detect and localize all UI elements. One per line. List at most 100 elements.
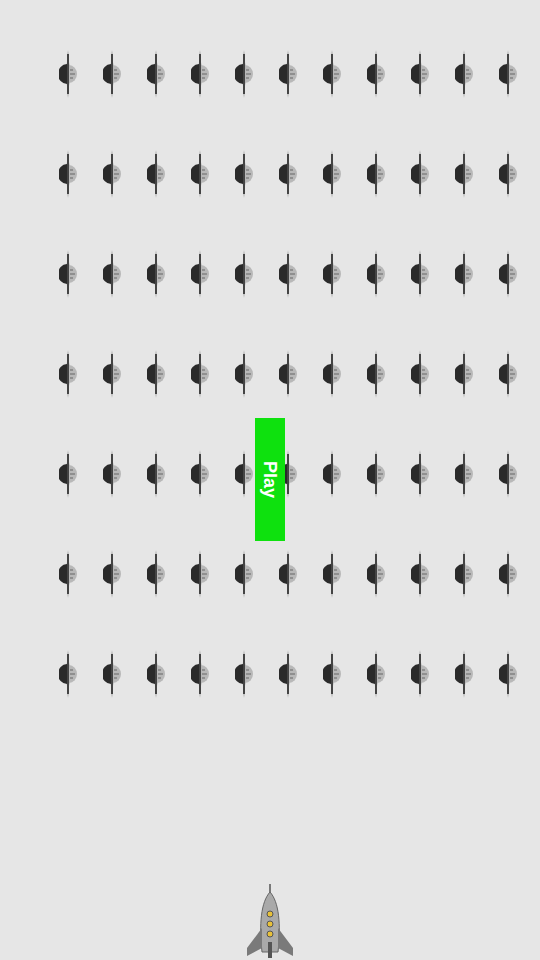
invader — [442, 124, 486, 224]
alien-saucer-icon — [279, 650, 297, 698]
alien-saucer-icon — [279, 250, 297, 298]
invader — [134, 424, 178, 524]
alien-saucer-icon — [147, 450, 165, 498]
invader — [354, 124, 398, 224]
invader-fleet — [46, 24, 540, 724]
invader — [442, 24, 486, 124]
invader — [354, 324, 398, 424]
alien-saucer-icon — [367, 250, 385, 298]
invader — [266, 324, 310, 424]
alien-saucer-icon — [279, 150, 297, 198]
alien-saucer-icon — [455, 650, 473, 698]
invader — [354, 424, 398, 524]
alien-saucer-icon — [367, 650, 385, 698]
invader — [90, 424, 134, 524]
alien-saucer-icon — [323, 450, 341, 498]
alien-saucer-icon — [411, 150, 429, 198]
alien-saucer-icon — [147, 650, 165, 698]
alien-saucer-icon — [235, 350, 253, 398]
alien-saucer-icon — [279, 550, 297, 598]
alien-saucer-icon — [147, 50, 165, 98]
invader-row — [46, 624, 540, 724]
alien-saucer-icon — [367, 450, 385, 498]
invader — [46, 524, 90, 624]
invader — [442, 224, 486, 324]
alien-saucer-icon — [147, 550, 165, 598]
invader — [178, 424, 222, 524]
alien-saucer-icon — [411, 550, 429, 598]
invader — [486, 124, 530, 224]
invader — [442, 624, 486, 724]
invader — [90, 224, 134, 324]
invader — [90, 124, 134, 224]
invader — [46, 124, 90, 224]
alien-saucer-icon — [367, 350, 385, 398]
alien-saucer-icon — [59, 250, 77, 298]
alien-saucer-icon — [191, 550, 209, 598]
alien-saucer-icon — [191, 150, 209, 198]
invader — [222, 224, 266, 324]
alien-saucer-icon — [455, 450, 473, 498]
invader — [134, 324, 178, 424]
alien-saucer-icon — [499, 150, 517, 198]
invader — [46, 624, 90, 724]
alien-saucer-icon — [191, 450, 209, 498]
play-button[interactable]: Play — [255, 418, 285, 541]
invader — [46, 224, 90, 324]
alien-saucer-icon — [103, 250, 121, 298]
invader — [310, 324, 354, 424]
invader — [134, 224, 178, 324]
invader — [222, 24, 266, 124]
player-ship-icon[interactable] — [243, 884, 297, 960]
alien-saucer-icon — [59, 550, 77, 598]
player-ship[interactable] — [0, 884, 540, 960]
invader — [222, 624, 266, 724]
alien-saucer-icon — [191, 350, 209, 398]
invader-row — [46, 324, 540, 424]
invader — [266, 624, 310, 724]
alien-saucer-icon — [411, 250, 429, 298]
invader — [266, 224, 310, 324]
alien-saucer-icon — [147, 150, 165, 198]
alien-saucer-icon — [499, 550, 517, 598]
play-label: Play — [261, 461, 279, 498]
alien-saucer-icon — [323, 550, 341, 598]
invader — [310, 24, 354, 124]
invader — [398, 424, 442, 524]
alien-saucer-icon — [499, 650, 517, 698]
invader — [134, 624, 178, 724]
invader — [442, 424, 486, 524]
invader — [486, 224, 530, 324]
alien-saucer-icon — [455, 550, 473, 598]
invader — [310, 524, 354, 624]
invader — [90, 524, 134, 624]
alien-saucer-icon — [103, 350, 121, 398]
invader — [486, 624, 530, 724]
invader — [398, 24, 442, 124]
alien-saucer-icon — [59, 150, 77, 198]
alien-saucer-icon — [455, 350, 473, 398]
invader — [486, 324, 530, 424]
alien-saucer-icon — [411, 350, 429, 398]
alien-saucer-icon — [191, 50, 209, 98]
alien-saucer-icon — [235, 550, 253, 598]
alien-saucer-icon — [191, 650, 209, 698]
alien-saucer-icon — [235, 250, 253, 298]
invader — [178, 24, 222, 124]
alien-saucer-icon — [103, 150, 121, 198]
invader — [178, 124, 222, 224]
invader — [178, 324, 222, 424]
alien-saucer-icon — [455, 250, 473, 298]
invader — [398, 624, 442, 724]
alien-saucer-icon — [323, 650, 341, 698]
alien-saucer-icon — [103, 650, 121, 698]
alien-saucer-icon — [499, 450, 517, 498]
alien-saucer-icon — [411, 650, 429, 698]
invader-row — [46, 124, 540, 224]
alien-saucer-icon — [367, 50, 385, 98]
invader — [486, 24, 530, 124]
invader — [354, 624, 398, 724]
invader — [310, 124, 354, 224]
alien-saucer-icon — [499, 350, 517, 398]
alien-saucer-icon — [279, 50, 297, 98]
